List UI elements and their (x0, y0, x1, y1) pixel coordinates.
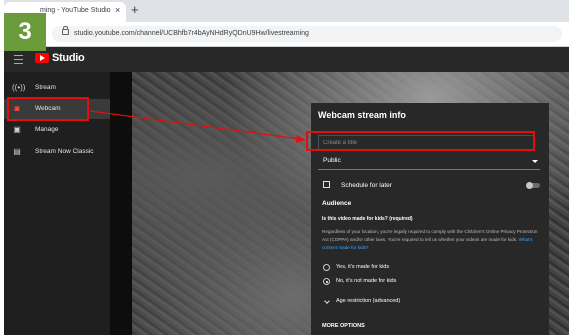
sidebar: ((•)) Stream ◙ Webcam ▣ Manage ▤ Stream … (4, 72, 110, 335)
sidebar-item-manage[interactable]: ▣ Manage (4, 120, 110, 140)
stream-icon: ((•)) (12, 83, 26, 92)
title-highlight-box (306, 131, 535, 151)
studio-logo-text: Studio (52, 52, 85, 64)
tab-title: ming - YouTube Studio (40, 7, 111, 14)
preview-edge (110, 72, 132, 335)
manage-icon: ▣ (13, 125, 21, 134)
youtube-logo-icon[interactable] (35, 53, 49, 63)
toggle-knob (526, 182, 533, 189)
schedule-label: Schedule for later (341, 182, 392, 189)
audience-question: Is this video made for kids? (required) (322, 216, 413, 222)
url-omnibox[interactable]: studio.youtube.com/channel/UCBhfb7r4bAyN… (52, 26, 562, 42)
panel-title: Webcam stream info (318, 110, 406, 120)
new-tab-icon[interactable]: + (131, 2, 139, 18)
chevron-down-icon[interactable] (324, 298, 330, 304)
age-restriction-toggle[interactable]: Age restriction (advanced) (336, 298, 400, 304)
browser-window: ming - YouTube Studio × + studio.youtube… (4, 0, 569, 335)
sidebar-item-stream-now-classic[interactable]: ▤ Stream Now Classic (4, 142, 110, 162)
lock-icon (62, 26, 69, 35)
address-bar: studio.youtube.com/channel/UCBhfb7r4bAyN… (4, 22, 569, 47)
audience-heading: Audience (322, 200, 352, 207)
stream-now-classic-icon: ▤ (13, 147, 21, 156)
close-tab-icon[interactable]: × (115, 5, 120, 15)
webcam-highlight-box (7, 97, 89, 121)
menu-icon[interactable] (14, 55, 23, 64)
privacy-value: Public (323, 157, 341, 164)
audience-description-text: Regardless of your location, you're lega… (322, 229, 538, 242)
more-options-button[interactable]: MORE OPTIONS (322, 323, 365, 329)
sidebar-item-stream[interactable]: ((•)) Stream (4, 78, 110, 98)
radio-no-label: No, it's not made for kids (336, 278, 397, 284)
sidebar-item-label: Stream (35, 84, 56, 91)
radio-yes-made-for-kids[interactable] (323, 264, 330, 271)
schedule-toggle[interactable] (526, 182, 540, 189)
studio-header: Studio (4, 47, 569, 72)
sidebar-item-label: Manage (35, 126, 59, 133)
radio-not-made-for-kids[interactable] (323, 278, 330, 285)
tab-bar: ming - YouTube Studio × + (4, 0, 569, 22)
radio-yes-label: Yes, it's made for kids (336, 264, 390, 270)
audience-description: Regardless of your location, you're lega… (322, 228, 544, 252)
step-number-badge: 3 (4, 13, 46, 51)
privacy-select[interactable]: Public (318, 155, 540, 170)
calendar-icon (323, 181, 330, 188)
chevron-down-icon (532, 160, 538, 163)
url-text: studio.youtube.com/channel/UCBhfb7r4bAyN… (74, 30, 309, 37)
sidebar-item-label: Stream Now Classic (35, 148, 94, 155)
